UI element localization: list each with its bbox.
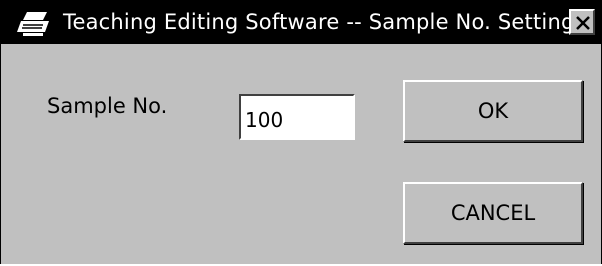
close-icon — [576, 16, 590, 30]
dialog-window: Teaching Editing Software -- Sample No. … — [0, 0, 602, 264]
sample-no-label: Sample No. — [47, 94, 168, 118]
close-button[interactable] — [569, 9, 595, 35]
ok-button[interactable]: OK — [403, 80, 583, 142]
printer-icon — [17, 8, 53, 38]
cancel-button[interactable]: CANCEL — [403, 182, 583, 244]
sample-no-input[interactable] — [239, 94, 355, 140]
window-title: Teaching Editing Software -- Sample No. … — [63, 10, 575, 34]
dialog-body: Sample No. OK CANCEL — [1, 44, 601, 264]
title-bar[interactable]: Teaching Editing Software -- Sample No. … — [1, 0, 601, 44]
